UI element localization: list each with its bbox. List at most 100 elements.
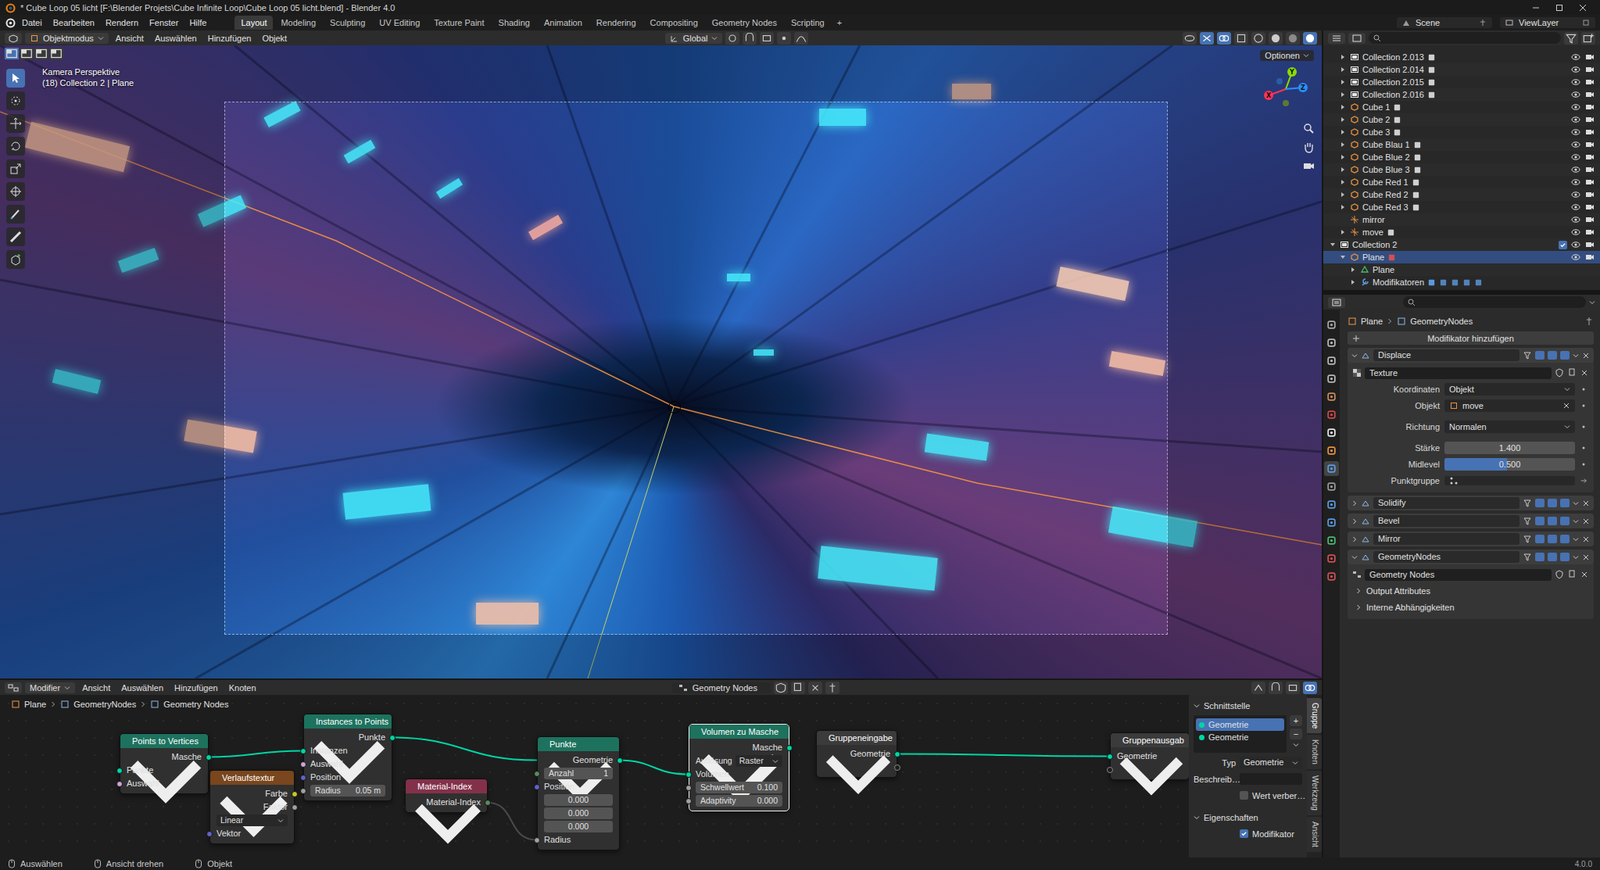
remove-icon[interactable]: [1582, 499, 1590, 508]
outliner-row[interactable]: move: [1323, 225, 1600, 239]
eye-open-icon[interactable]: [1570, 64, 1582, 75]
eye-open-icon[interactable]: [1570, 102, 1582, 112]
collapsed-icon[interactable]: [1339, 78, 1346, 86]
outliner-row[interactable]: mirror: [1323, 213, 1600, 226]
description-field[interactable]: [1239, 773, 1303, 785]
node-header[interactable]: Points to Vertices: [120, 733, 208, 749]
node[interactable]: Punkte Geometrie Anzahl1 Position: 0.000…: [536, 736, 620, 851]
properties-tab[interactable]: [1324, 569, 1339, 584]
workspace-tab[interactable]: Scripting: [784, 15, 831, 30]
socket[interactable]: [300, 787, 307, 795]
exclude-checkbox[interactable]: [1558, 240, 1568, 250]
parent-icon[interactable]: [1251, 681, 1266, 695]
number-field[interactable]: 0.000: [544, 820, 613, 833]
node-link[interactable]: [390, 737, 537, 761]
collapsed-icon[interactable]: [1339, 116, 1346, 123]
modifier-checkbox[interactable]: [1239, 829, 1249, 838]
viewport-menu[interactable]: Objekt: [257, 33, 291, 43]
render-camera-icon[interactable]: [1584, 227, 1596, 237]
outliner-row[interactable]: Cube Red 2: [1323, 188, 1600, 201]
eye-open-icon[interactable]: [1570, 227, 1582, 237]
sidebar-tab[interactable]: Knoten: [1306, 734, 1322, 770]
sidebar-tab[interactable]: Werkzeug: [1306, 770, 1322, 816]
breadcrumb-item[interactable]: Geometry Nodes: [163, 699, 229, 709]
socket[interactable]: [300, 774, 307, 781]
socket[interactable]: [206, 830, 213, 838]
expanded-icon[interactable]: [1339, 254, 1346, 261]
child-data-icon[interactable]: [1450, 278, 1460, 287]
properties-tab[interactable]: [1324, 479, 1339, 494]
unlink-icon[interactable]: [808, 681, 823, 695]
node-header[interactable]: Gruppeneingabe: [816, 730, 897, 745]
edit-mode-toggle[interactable]: [1535, 534, 1545, 544]
eye-open-icon[interactable]: [1570, 202, 1582, 212]
collapse-icon[interactable]: [408, 783, 487, 858]
outliner-row[interactable]: Collection 2.013: [1323, 50, 1600, 64]
eye-open-icon[interactable]: [1570, 127, 1582, 137]
on-cage-icon[interactable]: [1522, 534, 1532, 545]
menu-item[interactable]: Bearbeiten: [48, 15, 100, 30]
tool-button[interactable]: [6, 204, 26, 224]
socket[interactable]: [205, 754, 212, 761]
edit-mode-toggle[interactable]: [1535, 498, 1545, 508]
collapsed-icon[interactable]: [1339, 153, 1346, 161]
node-link[interactable]: [895, 754, 1110, 757]
snap-icon[interactable]: [1268, 681, 1283, 695]
add-workspace-button[interactable]: +: [832, 17, 847, 28]
add-item-button[interactable]: +: [1289, 715, 1303, 727]
render-camera-icon[interactable]: [1584, 127, 1596, 137]
render-camera-icon[interactable]: [1584, 189, 1596, 200]
properties-tab[interactable]: [1324, 425, 1339, 441]
collapsed-icon[interactable]: [1339, 178, 1346, 186]
menu-item[interactable]: Fenster: [144, 15, 183, 30]
keyframe-dot-icon[interactable]: [1579, 460, 1588, 469]
node-canvas[interactable]: Plane GeometryNodes Geometry Nodes Point…: [0, 694, 1189, 858]
render-camera-icon[interactable]: [1584, 252, 1596, 262]
workspace-tab[interactable]: Shading: [492, 15, 537, 30]
render-camera-icon[interactable]: [1584, 77, 1596, 87]
sub-panel-header[interactable]: Output Attributes: [1352, 583, 1590, 598]
eye-open-icon[interactable]: [1570, 239, 1582, 250]
pan-hand-icon[interactable]: [1302, 140, 1315, 154]
socket[interactable]: [533, 837, 541, 844]
add-modifier-button[interactable]: Modifikator hinzufügen: [1347, 331, 1594, 345]
workspace-tab[interactable]: Layout: [234, 15, 273, 30]
node-dropdown[interactable]: Raster: [735, 755, 783, 767]
child-data-icon[interactable]: [1392, 128, 1402, 137]
workspace-tab[interactable]: Geometry Nodes: [705, 15, 784, 30]
outliner-row[interactable]: Cube Blau 1: [1323, 138, 1600, 151]
tool-button[interactable]: [6, 136, 26, 156]
interface-item[interactable]: Geometrie: [1195, 718, 1285, 731]
outliner-row[interactable]: Collection 2.015: [1323, 75, 1600, 89]
outliner-row[interactable]: Cube Red 3: [1323, 200, 1600, 214]
clear-icon[interactable]: [1562, 401, 1571, 410]
chevron-down-icon[interactable]: [1572, 352, 1579, 359]
view-layer-selector[interactable]: ViewLayer: [1499, 17, 1596, 29]
mode-dropdown[interactable]: Objektmodus: [25, 32, 109, 44]
child-data-icon[interactable]: [1427, 90, 1436, 100]
unlink-icon[interactable]: [1579, 368, 1590, 378]
on-cage-icon[interactable]: [1522, 516, 1532, 527]
keyframe-dot-icon[interactable]: [1579, 385, 1588, 394]
outliner-row[interactable]: Cube Blue 3: [1323, 163, 1600, 176]
socket[interactable]: [291, 804, 298, 811]
dropdown-field[interactable]: Objekt: [1444, 382, 1575, 396]
fake-user-icon[interactable]: [1554, 368, 1565, 378]
child-data-icon[interactable]: [1427, 78, 1436, 87]
render-toggle[interactable]: [1560, 498, 1570, 508]
keyframe-dot-icon[interactable]: [1579, 401, 1588, 410]
workspace-tab[interactable]: Compositing: [644, 15, 705, 30]
node-editor-menu[interactable]: Auswählen: [117, 683, 168, 693]
socket[interactable]: [300, 761, 307, 768]
tool-button[interactable]: [6, 182, 26, 201]
collapsed-icon[interactable]: [1339, 204, 1346, 211]
modifier-header[interactable]: Mirror: [1347, 531, 1594, 547]
render-camera-icon[interactable]: [1584, 139, 1596, 150]
snap-icon[interactable]: [742, 32, 757, 45]
outliner-row[interactable]: Collection 2: [1323, 238, 1600, 251]
properties-panel-header[interactable]: Eigenschaften: [1193, 811, 1303, 824]
properties-tab[interactable]: [1324, 353, 1339, 369]
socket[interactable]: [685, 771, 692, 778]
workspace-tab[interactable]: Sculpting: [323, 15, 372, 30]
object-field[interactable]: move: [1444, 399, 1575, 412]
